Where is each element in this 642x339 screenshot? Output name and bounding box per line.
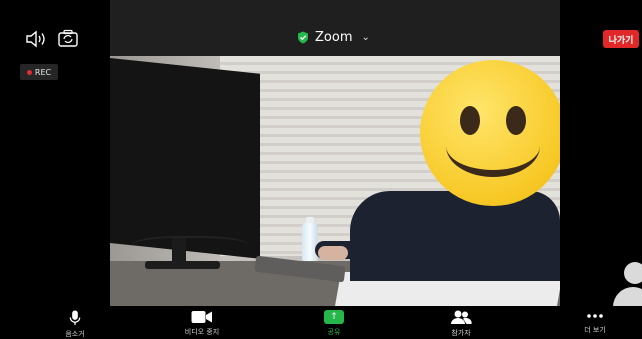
header-bar <box>110 0 560 56</box>
participants-icon <box>451 310 472 324</box>
share-label: 공유 <box>327 328 341 336</box>
stop-video-label: 비디오 중지 <box>184 328 220 336</box>
microphone-icon <box>69 310 81 326</box>
record-dot-icon <box>26 69 32 75</box>
smiley-mouth <box>446 115 540 177</box>
mute-label: 음소거 <box>65 330 85 338</box>
mute-button[interactable]: 음소거 <box>55 306 95 339</box>
recording-badge: REC <box>20 64 58 80</box>
share-button[interactable]: ↑ 공유 <box>314 306 354 339</box>
water-bottle <box>302 223 318 261</box>
chevron-down-icon: ⌄ <box>361 32 370 43</box>
left-black-bar <box>0 0 110 339</box>
more-label: 더 보기 <box>584 326 606 334</box>
monitor-base <box>145 261 220 269</box>
person-body <box>350 191 560 281</box>
stop-video-button[interactable]: 비디오 중지 <box>172 306 232 339</box>
more-button[interactable]: 더 보기 <box>575 306 615 339</box>
speaker-icon[interactable] <box>25 30 47 48</box>
camera-switch-icon[interactable] <box>57 29 79 49</box>
cables <box>130 236 250 261</box>
recording-label: REC <box>34 67 52 77</box>
share-screen-icon: ↑ <box>324 310 344 324</box>
leave-button[interactable]: 나가기 <box>603 30 639 48</box>
video-feed <box>110 56 560 306</box>
video-camera-icon <box>191 311 212 323</box>
meeting-title[interactable]: Zoom ⌄ <box>297 30 370 45</box>
participants-label: 참가자 <box>451 329 471 337</box>
more-icon <box>587 314 603 318</box>
shield-check-icon <box>298 31 308 44</box>
smiley-face-icon <box>420 60 560 206</box>
person-hand <box>318 246 348 260</box>
bottom-toolbar: 음소거 비디오 중지 ↑ 공유 참가자 더 보기 <box>0 306 642 339</box>
person-avatar-icon[interactable] <box>624 262 642 284</box>
monitor <box>110 58 260 259</box>
participants-button[interactable]: 참가자 <box>441 306 481 339</box>
title-text: Zoom <box>315 30 353 45</box>
